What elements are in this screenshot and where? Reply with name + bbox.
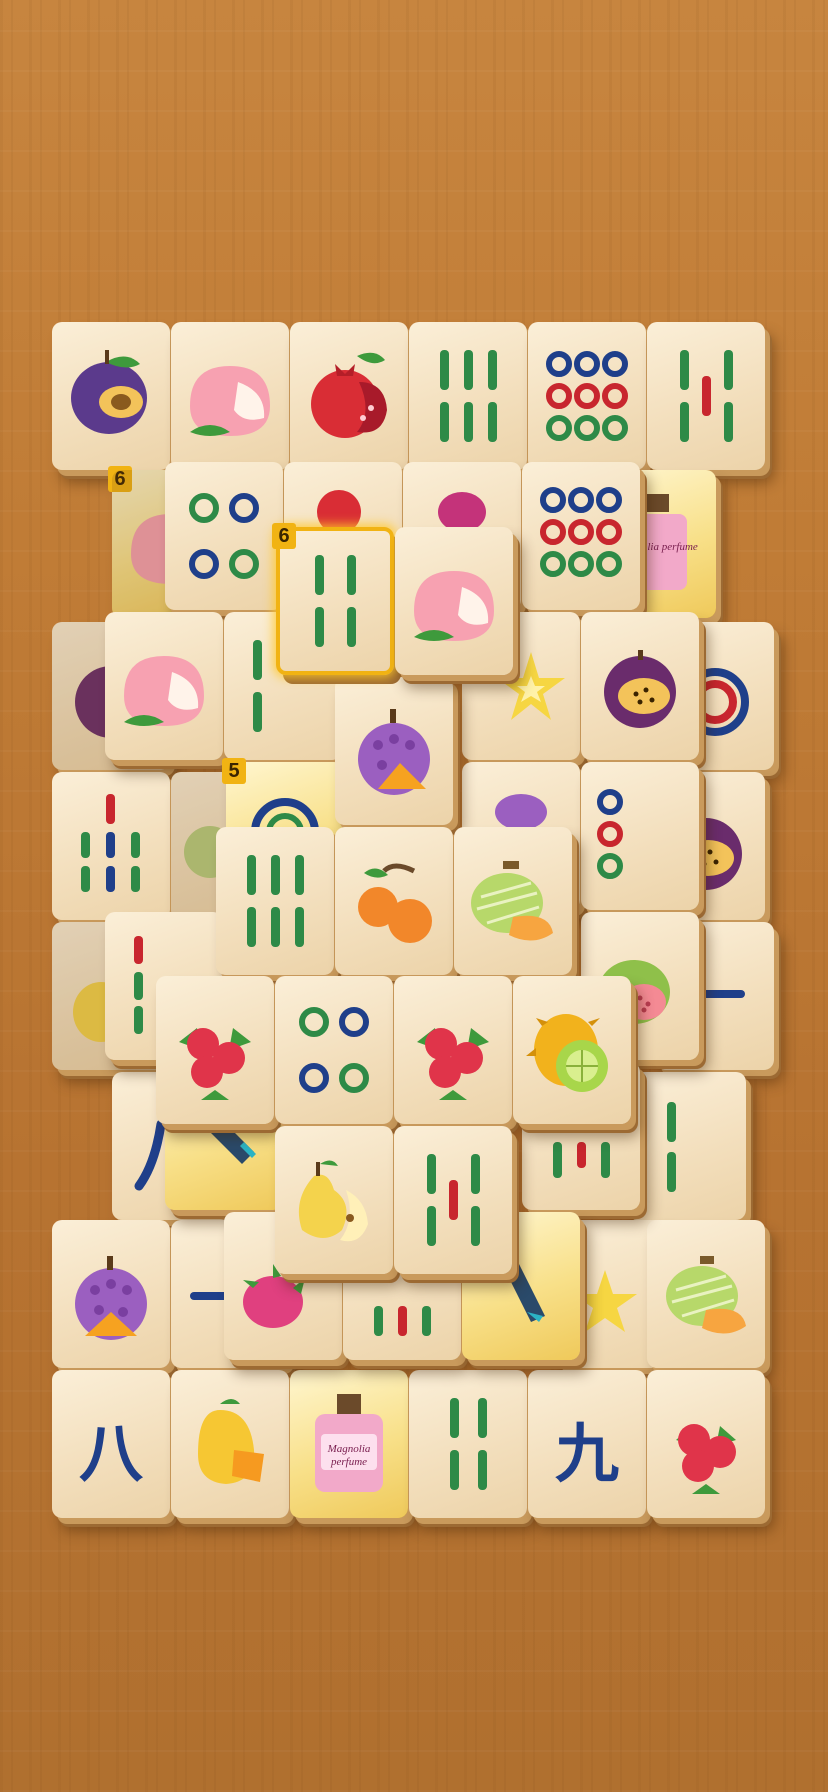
cranberry-icon	[403, 986, 503, 1114]
tile-pear[interactable]	[275, 1126, 393, 1274]
tile-loquat[interactable]	[335, 827, 453, 975]
character-9-icon: 九	[537, 1380, 637, 1508]
tile-bamboo-6[interactable]	[409, 322, 527, 470]
durian-icon	[344, 687, 444, 815]
tile-melon[interactable]	[647, 1220, 765, 1368]
tile-plum[interactable]	[52, 322, 170, 470]
bamboo-6-icon	[418, 332, 518, 460]
melon-icon	[463, 837, 563, 965]
passion-fruit-icon	[590, 622, 690, 750]
tile-bamboo-right[interactable]	[628, 1072, 746, 1220]
tile-circles-9-mid[interactable]	[522, 462, 640, 610]
tile-durian-top[interactable]	[335, 677, 453, 825]
peach-icon	[180, 332, 280, 460]
tile-cranberry-a[interactable]	[156, 976, 274, 1124]
pomegranate-icon	[299, 332, 399, 460]
character-9-glyph: 九	[555, 1418, 619, 1492]
tile-bamboo-7[interactable]	[52, 772, 170, 920]
tile-melon-top[interactable]	[454, 827, 572, 975]
tile-badge: 6	[108, 466, 132, 492]
tile-bamboo-6-top[interactable]	[216, 827, 334, 975]
circles-4-icon	[174, 472, 274, 600]
bamboo-7-icon	[61, 782, 161, 910]
tile-char-9[interactable]: 九	[528, 1370, 646, 1518]
perfume-icon: Magnolia perfume	[299, 1380, 399, 1508]
tile-bamboo-5[interactable]	[647, 322, 765, 470]
bamboo-4-icon	[285, 537, 385, 665]
circles-icon	[590, 772, 690, 900]
character-8-icon: 八	[61, 1380, 161, 1508]
plum-icon	[61, 332, 161, 460]
mango-icon	[180, 1380, 280, 1508]
tile-bamboo-4[interactable]	[409, 1370, 527, 1518]
tile-kiwano[interactable]	[513, 976, 631, 1124]
cranberry-icon	[165, 986, 265, 1114]
durian-icon	[61, 1230, 161, 1358]
circles-9-icon	[537, 332, 637, 460]
melon-icon	[656, 1230, 756, 1358]
tile-bamboo-4-selected[interactable]: 6	[272, 523, 394, 675]
tile-passion-fruit-mid[interactable]	[581, 612, 699, 760]
bamboo-5-icon	[403, 1136, 503, 1264]
tile-peach-mid[interactable]	[105, 612, 223, 760]
character-8-glyph: 八	[79, 1418, 144, 1492]
kiwano-icon	[522, 986, 622, 1114]
pear-icon	[284, 1136, 384, 1264]
tile-cranberry[interactable]	[647, 1370, 765, 1518]
tile-circles-4-top[interactable]	[275, 976, 393, 1124]
tile-durian[interactable]	[52, 1220, 170, 1368]
tile-badge: 5	[222, 758, 246, 784]
tile-circles-mid[interactable]	[581, 762, 699, 910]
circles-9-icon	[531, 472, 631, 600]
tile-perfume[interactable]: Magnolia perfume	[290, 1370, 408, 1518]
tile-circles-9[interactable]	[528, 322, 646, 470]
tile-cranberry-b[interactable]	[394, 976, 512, 1124]
tile-bamboo-5-top[interactable]	[394, 1126, 512, 1274]
bamboo-icon	[637, 1082, 737, 1210]
loquat-icon	[344, 837, 444, 965]
bamboo-5-icon	[656, 332, 756, 460]
tile-pomegranate[interactable]	[290, 322, 408, 470]
tile-char-8[interactable]: 八	[52, 1370, 170, 1518]
circles-4-icon	[284, 986, 384, 1114]
cranberry-icon	[656, 1380, 756, 1508]
mahjong-board: 6 Magnolia perfume 八 Magnolia perfume 九 5	[0, 0, 828, 1792]
peach-icon	[114, 622, 214, 750]
bamboo-6-icon	[225, 837, 325, 965]
tile-badge: 6	[272, 523, 296, 549]
peach-icon	[404, 537, 504, 665]
perfume-label: Magnolia	[327, 1443, 371, 1455]
tile-mango[interactable]	[171, 1370, 289, 1518]
perfume-label-2: perfume	[330, 1456, 367, 1468]
tile-peach-top[interactable]	[395, 527, 513, 675]
tile-circles-4[interactable]	[165, 462, 283, 610]
tile-peach[interactable]	[171, 322, 289, 470]
bamboo-4-icon	[418, 1380, 518, 1508]
